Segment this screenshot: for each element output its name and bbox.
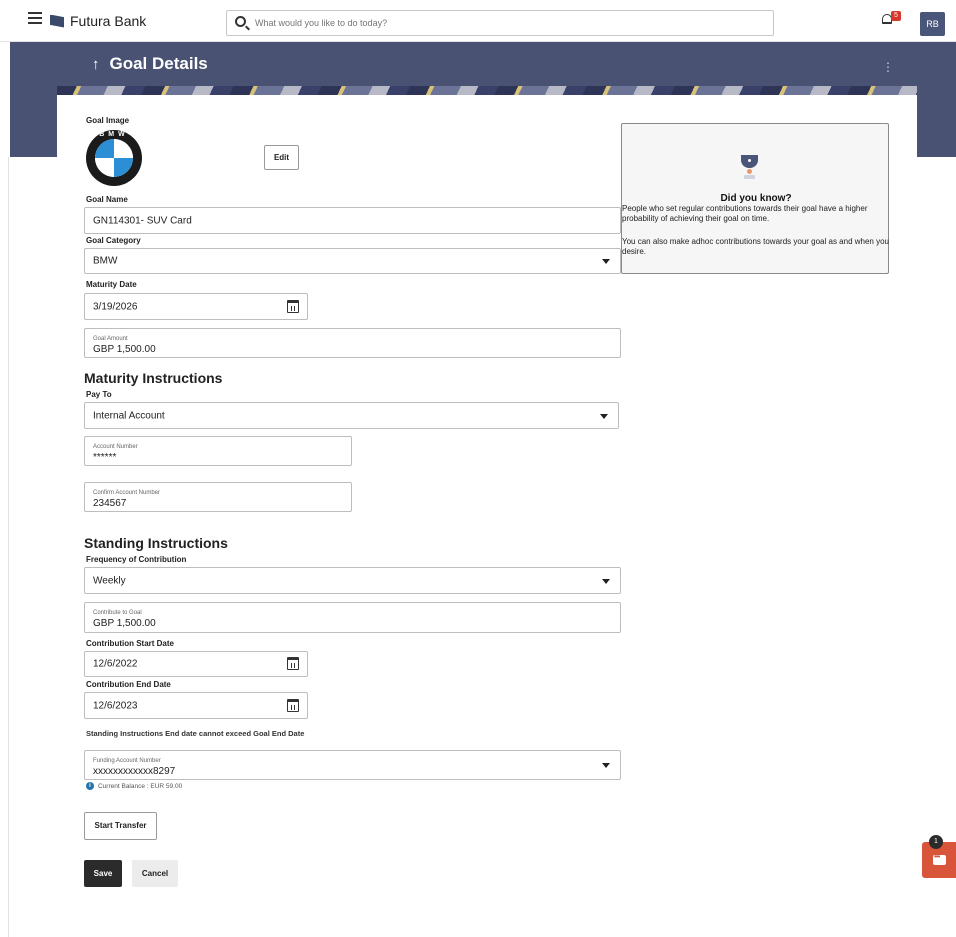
left-rail [0,157,9,937]
edit-image-button[interactable]: Edit [264,145,299,170]
frequency-value: Weekly [93,575,126,586]
search-bar[interactable] [226,10,774,36]
calendar-icon[interactable] [287,698,299,712]
chat-icon [933,852,946,865]
notification-bell[interactable]: 5 [882,11,901,26]
goal-name-field[interactable]: GN114301- SUV Card [84,207,621,234]
did-you-know-text-2: You can also make adhoc contributions to… [622,237,889,256]
chevron-down-icon [602,259,610,264]
maturity-date-label: Maturity Date [86,280,137,289]
chat-badge: 1 [929,835,943,849]
chevron-down-icon [602,763,610,768]
funding-account-select[interactable]: Funding Account Number xxxxxxxxxxxx8297 [84,750,621,780]
end-date-hint: Standing Instructions End date cannot ex… [86,729,305,738]
confirm-account-number-label: Confirm Account Number [93,490,161,496]
contribute-to-goal-value: GBP 1,500.00 [93,618,156,629]
page-title-group: ↑ Goal Details [92,54,208,74]
calendar-icon[interactable] [287,299,299,313]
goal-image-text: BMW [99,131,129,138]
top-bar: Futura Bank 5 RB [0,0,956,42]
pay-to-select[interactable]: Internal Account [84,402,619,429]
calendar-icon[interactable] [287,657,299,670]
contribution-end-date-label: Contribution End Date [86,680,171,689]
search-input[interactable] [255,14,755,32]
banner-pattern [57,86,917,95]
contribution-start-date-field[interactable]: 12/6/2022 [84,651,308,677]
contribution-start-date-label: Contribution Start Date [86,639,174,648]
trophy-icon [738,155,762,181]
pay-to-label: Pay To [86,390,112,399]
bank-name: Futura Bank [70,13,147,29]
account-number-field[interactable]: Account Number ****** [84,436,352,466]
goal-image: BMW [86,130,142,186]
contribute-to-goal-label: Contribute to Goal [93,610,142,616]
confirm-account-number-value: 234567 [93,498,127,509]
chevron-down-icon [602,578,610,584]
bank-logo-icon [50,14,64,28]
did-you-know-card: Did you know? People who set regular con… [621,123,889,274]
did-you-know-text-1: People who set regular contributions tow… [622,204,868,223]
goal-name-label: Goal Name [86,195,128,204]
contribute-to-goal-field[interactable]: Contribute to Goal GBP 1,500.00 [84,602,621,633]
pay-to-value: Internal Account [93,410,165,421]
maturity-instructions-title: Maturity Instructions [84,370,223,386]
menu-icon[interactable] [28,12,42,24]
funding-account-value: xxxxxxxxxxxx8297 [93,766,176,777]
maturity-date-field[interactable]: 3/19/2026 [84,293,308,320]
current-balance: i Current Balance : EUR 59.00 [86,782,182,790]
maturity-date-value: 3/19/2026 [93,301,138,312]
start-transfer-button[interactable]: Start Transfer [84,812,157,840]
goal-category-value: BMW [93,255,118,267]
contribution-end-date-field[interactable]: 12/6/2023 [84,692,308,719]
account-number-label: Account Number [93,444,138,450]
frequency-select[interactable]: Weekly [84,567,621,594]
goal-category-select[interactable]: BMW [84,248,621,274]
goal-image-label: Goal Image [86,116,130,125]
bmw-roundel [95,139,133,177]
back-arrow-icon[interactable]: ↑ [92,56,100,73]
confirm-account-number-field[interactable]: Confirm Account Number 234567 [84,482,352,512]
account-number-value: ****** [93,452,117,463]
search-icon [235,16,246,27]
chevron-down-icon [600,413,608,419]
info-icon: i [86,782,94,790]
notification-badge: 5 [891,11,901,21]
goal-name-value: GN114301- SUV Card [93,215,192,226]
funding-account-label: Funding Account Number [93,758,161,764]
standing-instructions-title: Standing Instructions [84,535,228,551]
page-title: Goal Details [109,54,208,73]
did-you-know-title: Did you know? [720,193,792,204]
current-balance-text: Current Balance : EUR 59.00 [98,782,183,790]
cancel-button[interactable]: Cancel [132,860,178,887]
more-options-icon[interactable]: ⋮ [882,60,894,74]
goal-category-label: Goal Category [86,236,141,245]
frequency-label: Frequency of Contribution [86,555,187,564]
contribution-start-date-value: 12/6/2022 [93,658,138,670]
contribution-end-date-value: 12/6/2023 [93,700,138,711]
user-avatar[interactable]: RB [920,12,945,36]
goal-amount-field[interactable]: Goal Amount GBP 1,500.00 [84,328,621,358]
save-button[interactable]: Save [84,860,122,887]
goal-amount-value: GBP 1,500.00 [93,344,156,355]
bank-logo[interactable]: Futura Bank [50,13,146,29]
goal-amount-label: Goal Amount [93,336,128,342]
